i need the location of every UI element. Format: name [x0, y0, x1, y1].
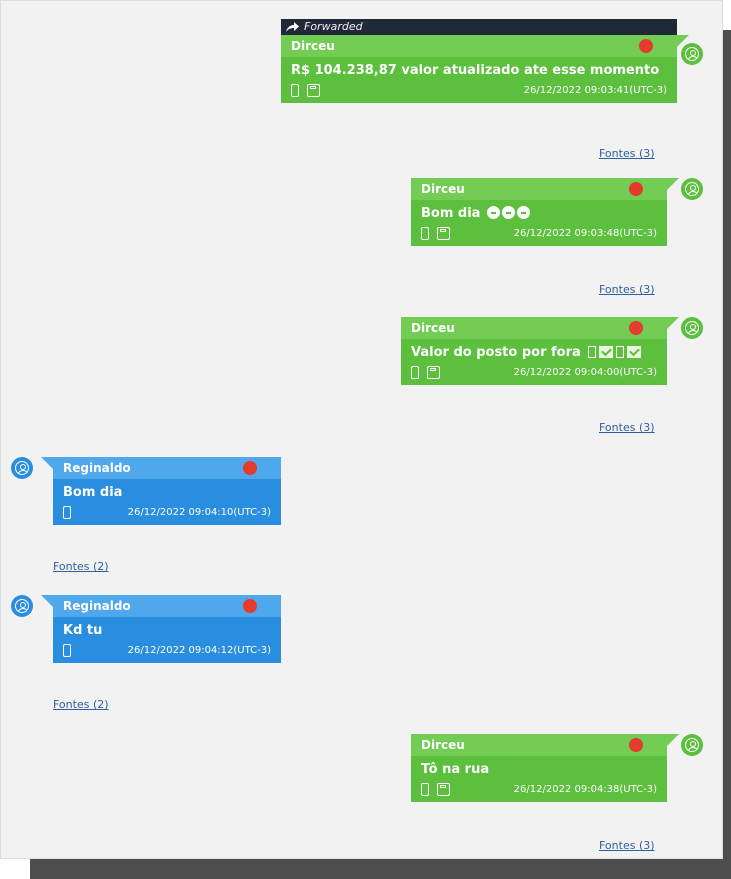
phone-icon — [411, 366, 419, 379]
sender-name: Dirceu — [291, 39, 335, 53]
sources-link[interactable]: Fontes (3) — [599, 147, 655, 160]
bubble-tail — [41, 595, 53, 607]
emoji-icon — [501, 206, 515, 219]
sources-link[interactable]: Fontes (3) — [599, 839, 655, 852]
sender-name: Dirceu — [411, 321, 455, 335]
bubble-tail — [41, 457, 53, 469]
status-dot-icon — [629, 738, 643, 752]
phone-icon — [291, 84, 299, 97]
phone-icon — [63, 506, 71, 519]
disk-icon — [437, 227, 450, 240]
message-outgoing: Dirceu Valor do posto por fora 26/12/202… — [401, 317, 679, 385]
message-timestamp: 26/12/2022 09:03:41(UTC-3) — [523, 85, 667, 96]
message-header: Reginaldo — [41, 595, 281, 617]
message-text: Valor do posto por fora — [411, 345, 581, 360]
sender-name: Reginaldo — [63, 599, 131, 613]
message-incoming: Reginaldo Kd tu 26/12/2022 09:04:12(UTC-… — [41, 595, 281, 663]
forward-arrow-icon — [286, 21, 299, 32]
sources-link[interactable]: Fontes (2) — [53, 698, 109, 711]
bubble-tail — [667, 734, 679, 746]
message-bubble[interactable]: Dirceu Valor do posto por fora 26/12/202… — [401, 317, 679, 385]
message-timestamp: 26/12/2022 09:03:48(UTC-3) — [513, 228, 657, 239]
forwarded-label: Forwarded — [304, 20, 363, 33]
message-incoming: Reginaldo Bom dia 26/12/2022 09:04:10(UT… — [41, 457, 281, 525]
message-timestamp: 26/12/2022 09:04:38(UTC-3) — [513, 784, 657, 795]
message-bubble[interactable]: Dirceu R$ 104.238,87 valor atualizado at… — [281, 35, 689, 103]
sender-name: Dirceu — [421, 738, 465, 752]
user-avatar-icon — [681, 178, 703, 200]
status-dot-icon — [243, 461, 257, 475]
message-header: Reginaldo — [41, 457, 281, 479]
bubble-tail — [667, 178, 679, 190]
message-outgoing: Dirceu Bom dia 26/12/2022 09:03:48(UTC-3… — [411, 178, 679, 246]
unknown-char-icon — [616, 346, 625, 358]
message-bubble[interactable]: Reginaldo Kd tu 26/12/2022 09:04:12(UTC-… — [41, 595, 281, 663]
user-avatar-icon — [11, 457, 33, 479]
message-bubble[interactable]: Dirceu Tô na rua 26/12/2022 09:04:38(UTC… — [411, 734, 679, 802]
message-meta: 26/12/2022 09:03:48(UTC-3) — [411, 225, 667, 246]
message-meta: 26/12/2022 09:04:38(UTC-3) — [411, 781, 667, 802]
message-meta: 26/12/2022 09:04:10(UTC-3) — [53, 504, 281, 525]
unknown-char-icon — [588, 346, 597, 358]
status-dot-icon — [639, 39, 653, 53]
emoji-icon — [516, 206, 530, 219]
status-dot-icon — [629, 321, 643, 335]
phone-icon — [63, 644, 71, 657]
message-bubble[interactable]: Reginaldo Bom dia 26/12/2022 09:04:10(UT… — [41, 457, 281, 525]
sources-link[interactable]: Fontes (2) — [53, 560, 109, 573]
checkmark-icon — [627, 346, 642, 358]
message-header: Dirceu — [411, 178, 679, 200]
disk-icon — [437, 783, 450, 796]
message-meta: 26/12/2022 09:03:41(UTC-3) — [281, 82, 677, 103]
message-header: Dirceu — [401, 317, 679, 339]
bubble-tail — [667, 317, 679, 329]
message-outgoing: Forwarded Dirceu R$ 104.238,87 valor atu… — [281, 19, 689, 103]
message-text: Kd tu — [63, 623, 103, 638]
message-text: Tô na rua — [421, 762, 490, 777]
message-timestamp: 26/12/2022 09:04:00(UTC-3) — [513, 367, 657, 378]
phone-icon — [421, 227, 429, 240]
message-meta: 26/12/2022 09:04:12(UTC-3) — [53, 642, 281, 663]
user-avatar-icon — [681, 317, 703, 339]
forwarded-bar: Forwarded — [281, 19, 677, 35]
message-meta: 26/12/2022 09:04:00(UTC-3) — [401, 364, 667, 385]
user-avatar-icon — [681, 43, 703, 65]
message-timestamp: 26/12/2022 09:04:10(UTC-3) — [127, 507, 271, 518]
disk-icon — [427, 366, 440, 379]
phone-icon — [421, 783, 429, 796]
sender-name: Reginaldo — [63, 461, 131, 475]
message-header: Dirceu — [411, 734, 679, 756]
status-dot-icon — [243, 599, 257, 613]
message-outgoing: Dirceu Tô na rua 26/12/2022 09:04:38(UTC… — [411, 734, 679, 802]
message-bubble[interactable]: Dirceu Bom dia 26/12/2022 09:03:48(UTC-3… — [411, 178, 679, 246]
sender-name: Dirceu — [421, 182, 465, 196]
chat-panel: Forwarded Dirceu R$ 104.238,87 valor atu… — [0, 0, 723, 859]
user-avatar-icon — [681, 734, 703, 756]
message-text: Bom dia — [421, 206, 481, 221]
status-dot-icon — [629, 182, 643, 196]
disk-icon — [307, 84, 320, 97]
sources-link[interactable]: Fontes (3) — [599, 283, 655, 296]
message-timestamp: 26/12/2022 09:04:12(UTC-3) — [127, 645, 271, 656]
emoji-icon — [486, 206, 500, 219]
message-header: Dirceu — [281, 35, 689, 57]
message-text-row: Bom dia — [411, 200, 667, 225]
checkmark-icon — [599, 346, 614, 358]
user-avatar-icon — [11, 595, 33, 617]
message-text: R$ 104.238,87 valor atualizado ate esse … — [291, 63, 660, 78]
sources-link[interactable]: Fontes (3) — [599, 421, 655, 434]
message-text: Bom dia — [63, 485, 123, 500]
message-text-row: Valor do posto por fora — [401, 339, 667, 364]
